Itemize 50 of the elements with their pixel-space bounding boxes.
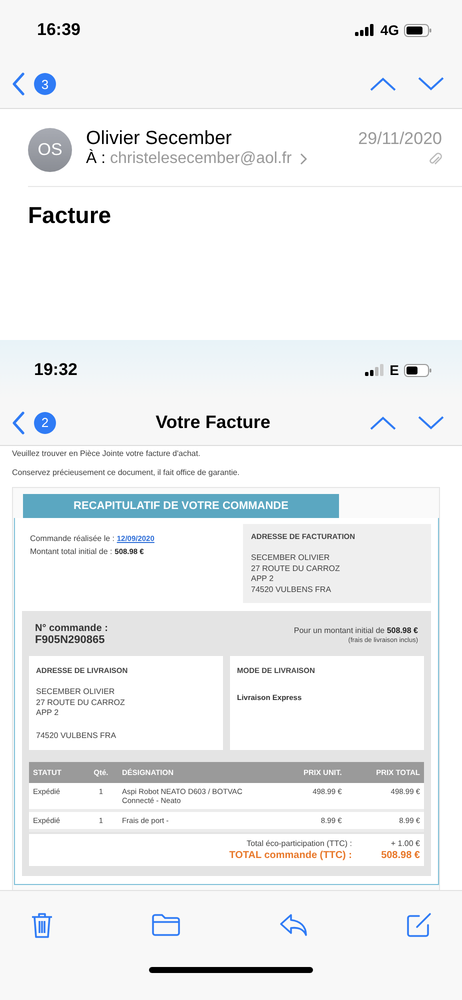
sender-name: Olivier Secember — [86, 128, 232, 149]
chevron-down-icon[interactable] — [418, 416, 444, 430]
recipient-address[interactable]: christelesecember@aol.fr — [110, 150, 292, 167]
order-amount-label: Pour un montant initial de — [294, 626, 385, 634]
address-line: 74520 VULBENS FRA — [36, 730, 118, 741]
order-number: F905N290865 — [35, 634, 106, 646]
address-line: APP 2 — [36, 708, 60, 718]
total-value: 508.98 € — [380, 850, 420, 861]
status-time: 19:32 — [34, 360, 78, 380]
unread-badge: 2 — [34, 412, 56, 434]
address-line: 27 ROUTE DU CARROZ — [251, 564, 341, 574]
chevron-up-icon[interactable] — [370, 416, 396, 430]
reply-icon[interactable] — [278, 913, 309, 937]
nav-title: Votre Facture — [156, 412, 270, 432]
address-line: 74520 VULBENS FRA — [251, 584, 332, 595]
mail-date: 29/11/2020 — [358, 129, 442, 149]
address-line: SECEMBER OLIVIER — [36, 687, 116, 698]
back-icon[interactable] — [11, 410, 25, 434]
eco-value: + 1.00 € — [390, 839, 420, 848]
battery-icon — [404, 24, 432, 36]
status-time: 16:39 — [37, 20, 80, 40]
chevron-down-icon[interactable] — [418, 77, 444, 91]
recipient-label: À : — [86, 150, 106, 167]
order-date-label: Commande réalisée le : — [30, 534, 114, 543]
avatar: OS — [28, 128, 72, 172]
summary-banner: RECAPITULATIF DE VOTRE COMMANDE — [23, 494, 339, 518]
network-label: 4G — [380, 22, 399, 38]
chevron-right-icon[interactable] — [300, 153, 307, 165]
paperclip-icon — [428, 151, 442, 167]
intro-text: Veuillez trouver en Pièce Jointe votre facture d'achat. — [12, 449, 202, 458]
initial-total-label: Montant total initial de : — [30, 547, 112, 556]
network-label: E — [390, 362, 399, 378]
back-icon[interactable] — [11, 72, 25, 96]
folder-icon[interactable] — [151, 913, 182, 937]
signal-icon — [355, 24, 376, 36]
eco-label: Total éco-participation (TTC) : — [246, 839, 352, 848]
address-line: 27 ROUTE DU CARROZ — [36, 698, 126, 708]
address-line: SECEMBER OLIVIER — [251, 553, 331, 564]
mail-subject: Facture — [28, 201, 112, 229]
battery-icon — [404, 364, 432, 376]
address-line: APP 2 — [251, 574, 275, 584]
total-label: TOTAL commande (TTC) : — [229, 850, 352, 861]
intro-text: Conservez précieusement ce document, il fait office de garantie. — [12, 468, 241, 477]
signal-icon — [364, 364, 385, 376]
order-amount-value: 508.98 € — [386, 626, 418, 634]
order-number-label: N° commande : — [35, 623, 108, 634]
compose-icon[interactable] — [406, 912, 432, 938]
chevron-up-icon[interactable] — [370, 77, 396, 91]
trash-icon[interactable] — [30, 911, 54, 939]
unread-badge: 3 — [34, 73, 56, 95]
